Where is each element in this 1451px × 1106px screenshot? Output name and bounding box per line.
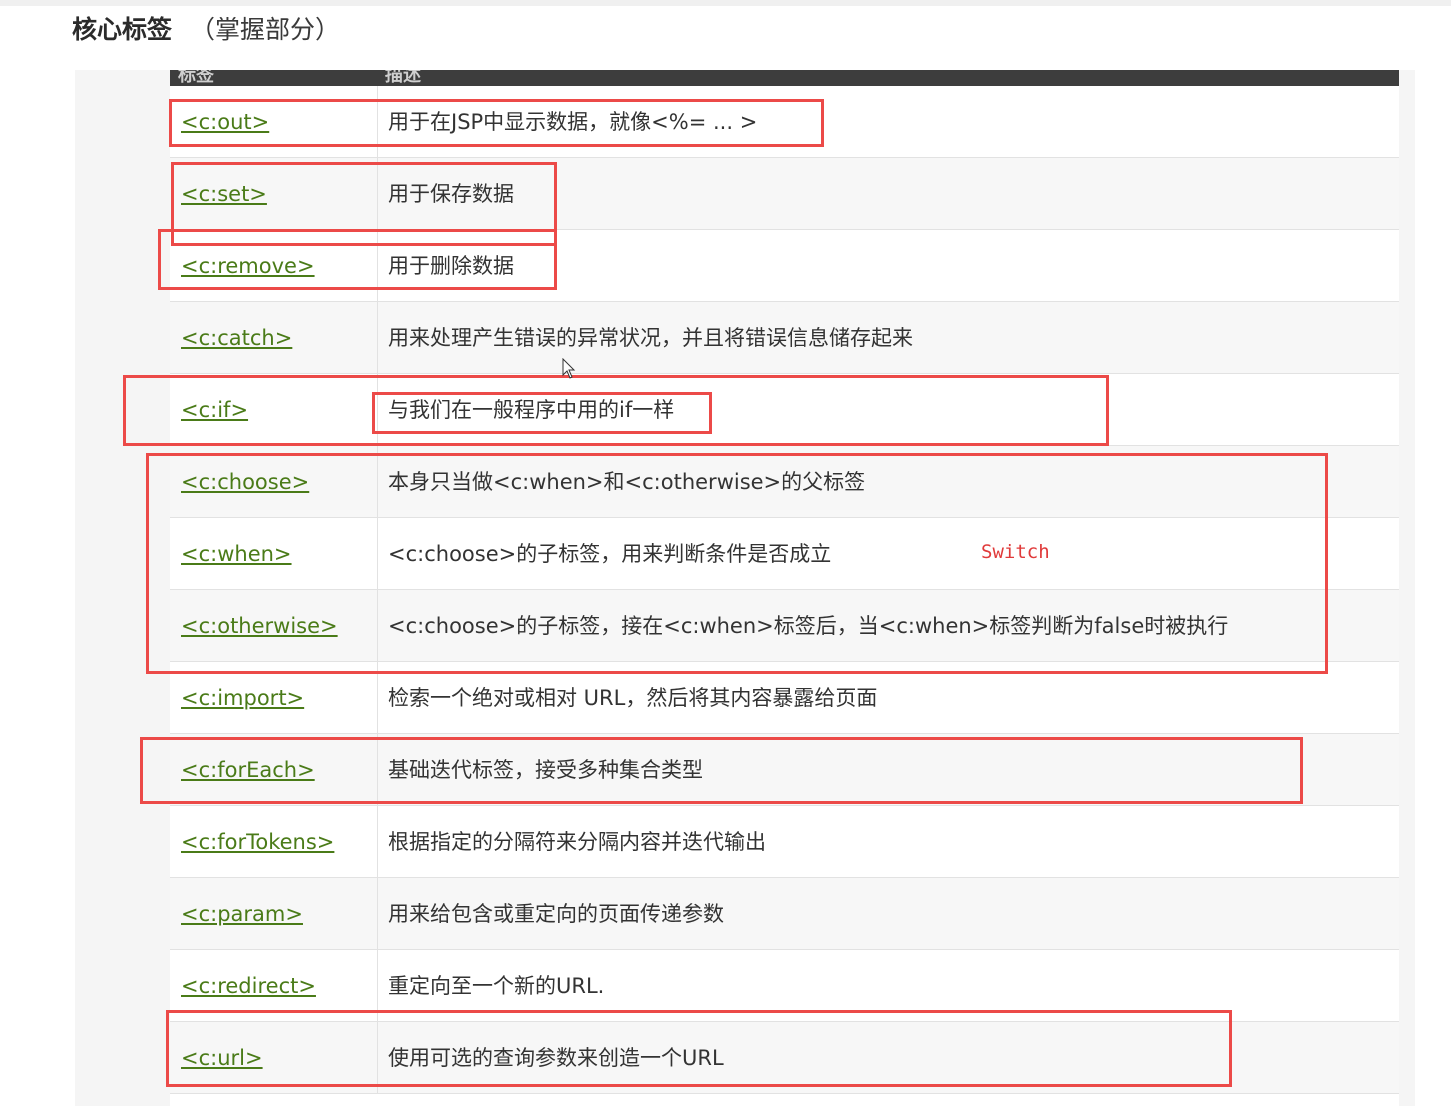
column-divider (377, 590, 378, 662)
page-title: 核心标签 （掌握部分） (72, 12, 340, 48)
tag-description: 重定向至一个新的URL. (388, 974, 605, 998)
tag-link-c-set[interactable]: <c:set> (181, 158, 267, 230)
column-divider (377, 374, 378, 446)
column-divider (377, 950, 378, 1022)
tag-description: <c:choose>的子标签，用来判断条件是否成立 (388, 542, 832, 566)
column-divider (377, 662, 378, 734)
tag-description: 用于删除数据 (388, 254, 514, 278)
tag-description: 检索一个绝对或相对 URL，然后将其内容暴露给页面 (388, 686, 878, 710)
tag-link-c-catch[interactable]: <c:catch> (181, 302, 292, 374)
tag-link-c-fortokens[interactable]: <c:forTokens> (181, 806, 334, 878)
tag-link-c-out[interactable]: <c:out> (181, 86, 269, 158)
tag-description: 用来给包含或重定向的页面传递参数 (388, 902, 724, 926)
tag-link-c-redirect[interactable]: <c:redirect> (181, 950, 316, 1022)
table-header: 标签 描述 (170, 70, 1399, 86)
header-description: 描述 (385, 70, 421, 86)
column-divider (377, 446, 378, 518)
tag-description: 用来处理产生错误的异常状况，并且将错误信息储存起来 (388, 326, 913, 350)
column-divider (377, 518, 378, 590)
mouse-pointer-icon (562, 358, 576, 379)
tag-link-c-when[interactable]: <c:when> (181, 518, 292, 590)
tag-link-c-if[interactable]: <c:if> (181, 374, 248, 446)
tag-description: 基础迭代标签，接受多种集合类型 (388, 758, 703, 782)
tag-link-c-import[interactable]: <c:import> (181, 662, 304, 734)
tag-description: <c:choose>的子标签，接在<c:when>标签后，当<c:when>标签… (388, 614, 1229, 638)
column-divider (377, 158, 378, 230)
switch-annotation: Switch (981, 541, 1050, 563)
core-tags-table: 标签 描述 <c:out> 用于在JSP中显示数据，就像<%= ... > <c… (170, 70, 1399, 1106)
table-row: <c:choose> 本身只当做<c:when>和<c:otherwise>的父… (170, 446, 1399, 518)
header-tag: 标签 (178, 70, 214, 86)
column-divider (377, 1022, 378, 1094)
table-row: <c:param> 用来给包含或重定向的页面传递参数 (170, 878, 1399, 950)
table-body: <c:out> 用于在JSP中显示数据，就像<%= ... > <c:set> … (170, 86, 1399, 1094)
column-divider (377, 878, 378, 950)
column-divider (377, 230, 378, 302)
tag-description: 用于保存数据 (388, 182, 514, 206)
tag-description: 用于在JSP中显示数据，就像<%= ... > (388, 110, 758, 134)
tag-link-c-foreach[interactable]: <c:forEach> (181, 734, 315, 806)
tag-link-c-otherwise[interactable]: <c:otherwise> (181, 590, 338, 662)
page-title-main: 核心标签 (72, 15, 173, 44)
table-row: <c:catch> 用来处理产生错误的异常状况，并且将错误信息储存起来 (170, 302, 1399, 374)
column-divider (377, 302, 378, 374)
tag-description: 与我们在一般程序中用的if一样 (388, 398, 675, 422)
page-title-sub: （掌握部分） (190, 15, 341, 44)
top-strip (0, 0, 1451, 6)
tag-description: 使用可选的查询参数来创造一个URL (388, 1046, 724, 1070)
tag-link-c-remove[interactable]: <c:remove> (181, 230, 315, 302)
table-row: <c:when> <c:choose>的子标签，用来判断条件是否成立 (170, 518, 1399, 590)
table-row: <c:otherwise> <c:choose>的子标签，接在<c:when>标… (170, 590, 1399, 662)
column-divider (377, 86, 378, 158)
table-row: <c:import> 检索一个绝对或相对 URL，然后将其内容暴露给页面 (170, 662, 1399, 734)
table-row: <c:forEach> 基础迭代标签，接受多种集合类型 (170, 734, 1399, 806)
tag-link-c-url[interactable]: <c:url> (181, 1022, 263, 1094)
table-row: <c:redirect> 重定向至一个新的URL. (170, 950, 1399, 1022)
column-divider (377, 806, 378, 878)
tag-link-c-param[interactable]: <c:param> (181, 878, 303, 950)
table-row: <c:forTokens> 根据指定的分隔符来分隔内容并迭代输出 (170, 806, 1399, 878)
table-row: <c:out> 用于在JSP中显示数据，就像<%= ... > (170, 86, 1399, 158)
tag-description: 本身只当做<c:when>和<c:otherwise>的父标签 (388, 470, 866, 494)
table-row: <c:if> 与我们在一般程序中用的if一样 (170, 374, 1399, 446)
column-divider (377, 734, 378, 806)
table-row: <c:remove> 用于删除数据 (170, 230, 1399, 302)
tag-link-c-choose[interactable]: <c:choose> (181, 446, 309, 518)
table-row: <c:set> 用于保存数据 (170, 158, 1399, 230)
tag-description: 根据指定的分隔符来分隔内容并迭代输出 (388, 830, 766, 854)
table-row: <c:url> 使用可选的查询参数来创造一个URL (170, 1022, 1399, 1094)
